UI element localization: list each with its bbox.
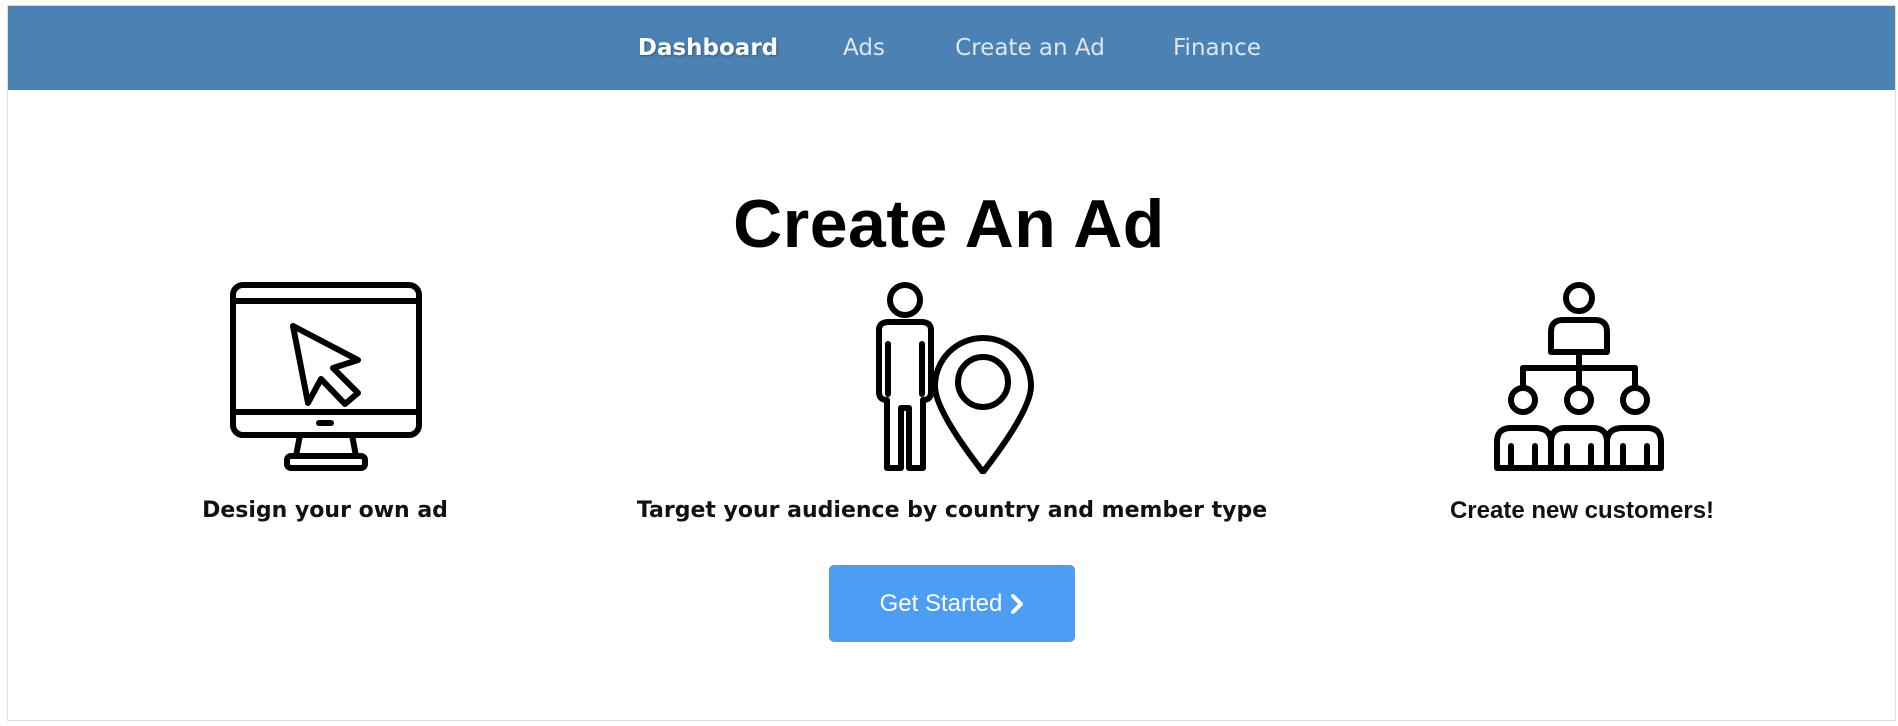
get-started-label: Get Started [879,589,1003,617]
feature-label-design: Design your own ad [202,498,448,523]
people-hierarchy-icon [1494,282,1664,471]
feature-label-customers: Create new customers! [1449,497,1715,524]
person-location-pin-icon [876,282,1034,474]
monitor-cursor-icon [230,282,422,471]
nav-item-finance[interactable]: Finance [1173,6,1261,90]
nav-item-ads[interactable]: Ads [843,6,885,90]
page-title: Create An Ad [733,186,1165,262]
feature-label-target: Target your audience by country and memb… [636,498,1268,523]
nav-item-dashboard[interactable]: Dashboard [638,6,778,90]
nav-item-create-an-ad[interactable]: Create an Ad [955,6,1105,90]
get-started-button[interactable]: Get Started [829,565,1075,642]
top-navbar: Dashboard Ads Create an Ad Finance [8,6,1895,90]
chevron-right-icon [1011,593,1024,614]
